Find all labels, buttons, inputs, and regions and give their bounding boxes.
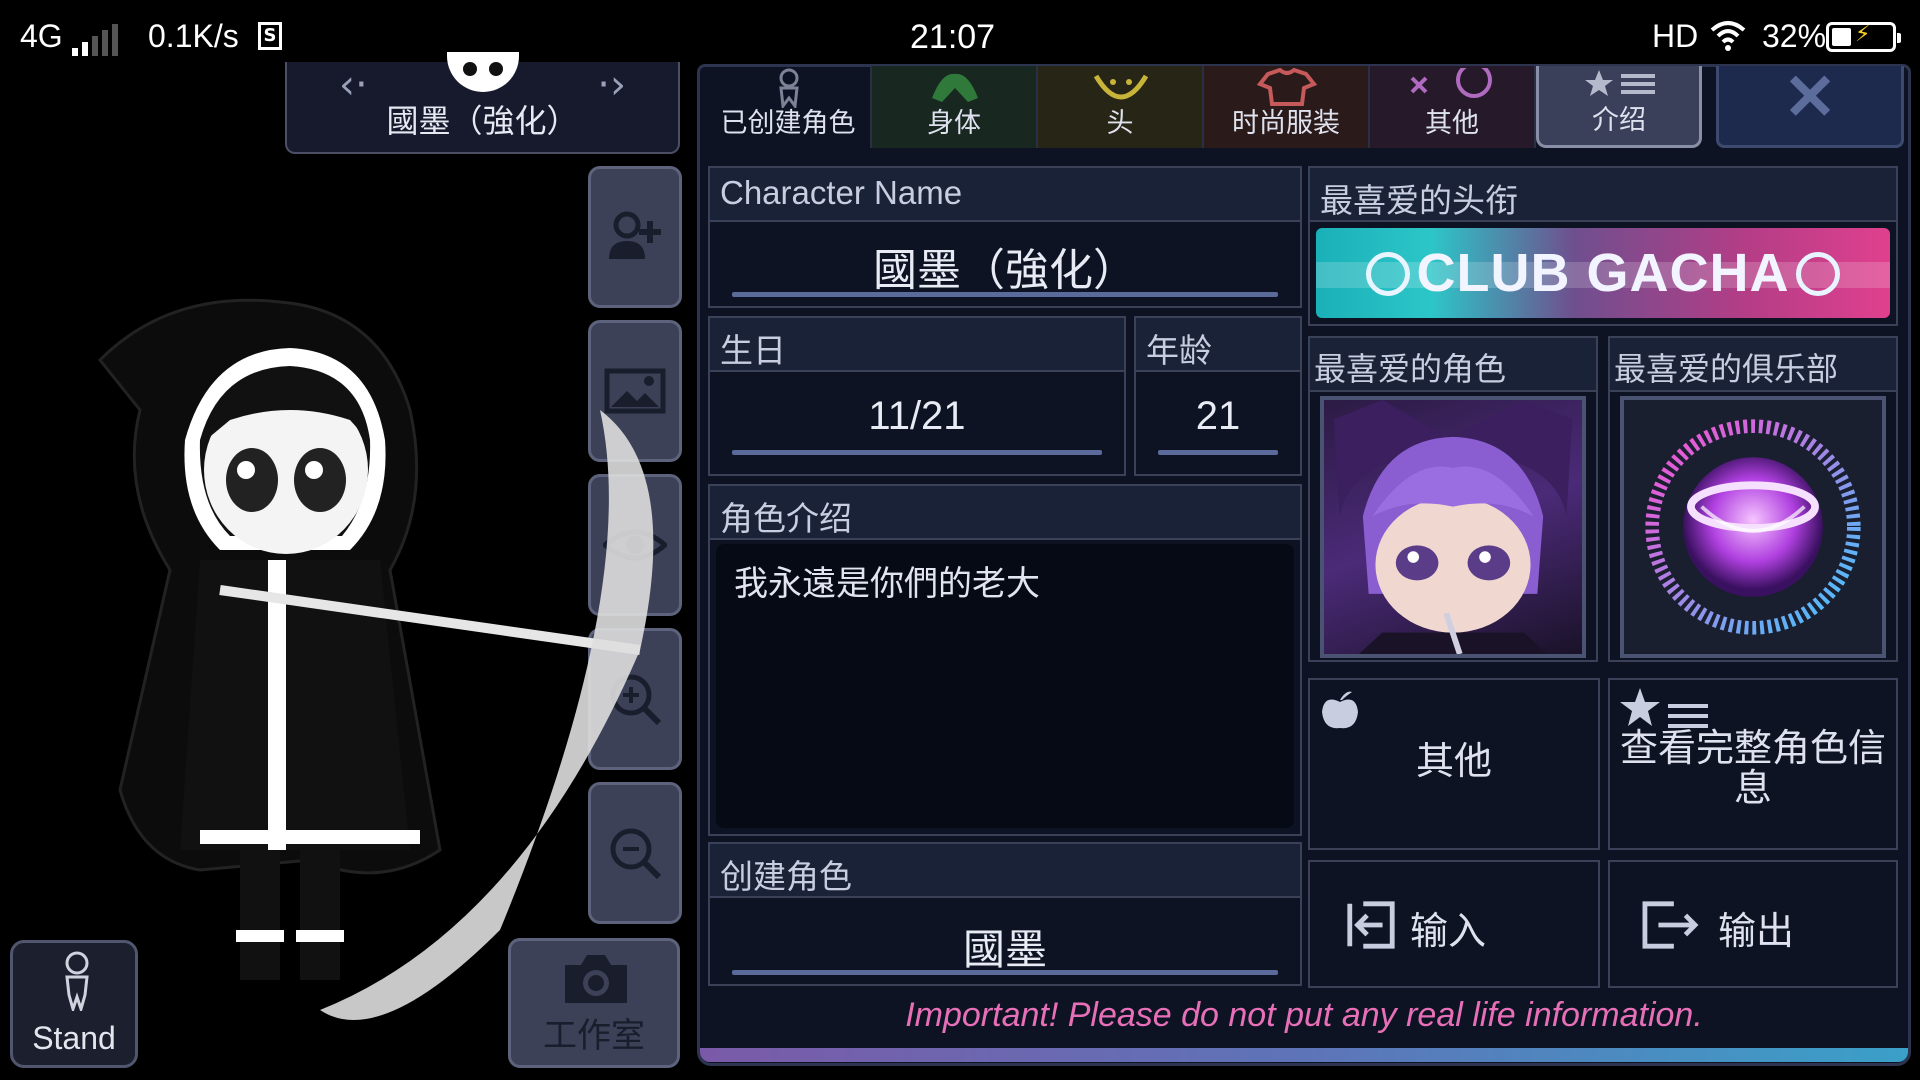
character-selector[interactable]: ‹· ·› 國墨（強化） <box>285 52 680 154</box>
tab-intro[interactable]: 介绍 <box>1536 66 1702 148</box>
view-full-label: 查看完整角色信息 <box>1620 726 1887 810</box>
tab-label: 头 <box>1106 108 1134 139</box>
wifi-icon <box>1710 21 1746 51</box>
fav-character-label: 最喜爱的角色 <box>1314 350 1507 388</box>
age-label: 年龄 <box>1146 331 1212 370</box>
fav-character-image[interactable] <box>1320 396 1586 658</box>
close-icon: ✕ <box>1783 61 1837 133</box>
tab-label: 身体 <box>927 108 981 139</box>
network-speed: 0.1K/s <box>148 18 239 54</box>
pose-figure-icon <box>65 951 89 1011</box>
orb-icon <box>1796 252 1840 296</box>
age-field[interactable]: 21 <box>1136 394 1300 439</box>
character-preview[interactable] <box>80 290 700 1030</box>
category-tabs: 已创建角色 身体 头 时尚服装 其他 介绍 <box>706 66 1702 148</box>
age-box: 年龄 21 <box>1134 316 1302 476</box>
studio-button[interactable]: 工作室 <box>508 938 680 1068</box>
signal-icon <box>72 24 126 56</box>
tab-label: 其他 <box>1425 108 1479 139</box>
tab-head[interactable]: 头 <box>1038 66 1204 148</box>
export-icon <box>1642 901 1699 949</box>
creator-box: 创建角色 國墨 <box>708 842 1302 986</box>
battery-percent: 32% <box>1762 18 1827 54</box>
export-button[interactable]: 输出 <box>1608 860 1898 988</box>
tab-label: 已创建角色 <box>720 108 856 139</box>
apple-icon <box>1322 691 1358 729</box>
creator-label: 创建角色 <box>720 857 852 896</box>
tab-label: 时尚服装 <box>1232 108 1340 139</box>
other-button[interactable]: 其他 <box>1308 678 1600 850</box>
stand-pose-button[interactable]: Stand <box>10 940 138 1068</box>
intro-box: 角色介绍 我永遠是你們的老大 <box>708 484 1302 836</box>
intro-textarea[interactable]: 我永遠是你們的老大 <box>716 544 1294 828</box>
add-person-icon <box>609 211 661 259</box>
import-label: 输入 <box>1410 909 1487 953</box>
fav-title-label: 最喜爱的头衔 <box>1320 181 1518 220</box>
intro-label: 角色介绍 <box>720 499 852 538</box>
name-field-label: Character Name <box>720 174 963 211</box>
panel-bottom-strip <box>700 1048 1908 1062</box>
s-app-icon: S <box>258 22 282 50</box>
tab-label: 介绍 <box>1592 105 1646 136</box>
tab-created-characters[interactable]: 已创建角色 <box>706 66 872 148</box>
club-gacha-title-badge[interactable]: CLUB GACHA <box>1316 228 1890 318</box>
other-label: 其他 <box>1415 739 1492 783</box>
intro-text: 我永遠是你們的老大 <box>734 564 1040 604</box>
tab-other[interactable]: 其他 <box>1370 66 1536 148</box>
view-full-info-button[interactable]: 查看完整角色信息 <box>1608 678 1898 850</box>
name-field-box: Character Name 國墨（強化） <box>708 166 1302 308</box>
privacy-warning: Important! Please do not put any real li… <box>905 996 1703 1034</box>
character-face-icon <box>447 52 519 92</box>
fav-club-image[interactable] <box>1620 396 1886 658</box>
hd-indicator: HD <box>1652 18 1699 54</box>
battery-icon: ⚡ <box>1826 22 1901 52</box>
close-button[interactable]: ✕ <box>1716 65 1904 148</box>
fav-club-label: 最喜爱的俱乐部 <box>1614 350 1839 388</box>
network-type: 4G <box>20 18 63 54</box>
club-orb-logo <box>1645 419 1861 635</box>
character-name-label: 國墨（強化） <box>386 102 579 140</box>
clock: 21:07 <box>910 18 996 56</box>
birthday-box: 生日 11/21 <box>708 316 1126 476</box>
import-icon <box>1347 901 1395 949</box>
camera-icon <box>565 955 627 1003</box>
studio-label: 工作室 <box>543 1016 645 1056</box>
import-button[interactable]: 输入 <box>1308 860 1600 988</box>
birthday-field[interactable]: 11/21 <box>710 394 1124 439</box>
stand-label: Stand <box>32 1020 116 1056</box>
export-label: 输出 <box>1718 909 1795 953</box>
tab-fashion[interactable]: 时尚服装 <box>1204 66 1370 148</box>
birthday-label: 生日 <box>720 331 786 370</box>
purple-character-portrait <box>1333 400 1573 654</box>
tab-body[interactable]: 身体 <box>872 66 1038 148</box>
add-character-button[interactable] <box>588 166 682 308</box>
creator-field[interactable]: 國墨 <box>710 916 1300 977</box>
name-field[interactable]: 國墨（強化） <box>710 234 1300 298</box>
